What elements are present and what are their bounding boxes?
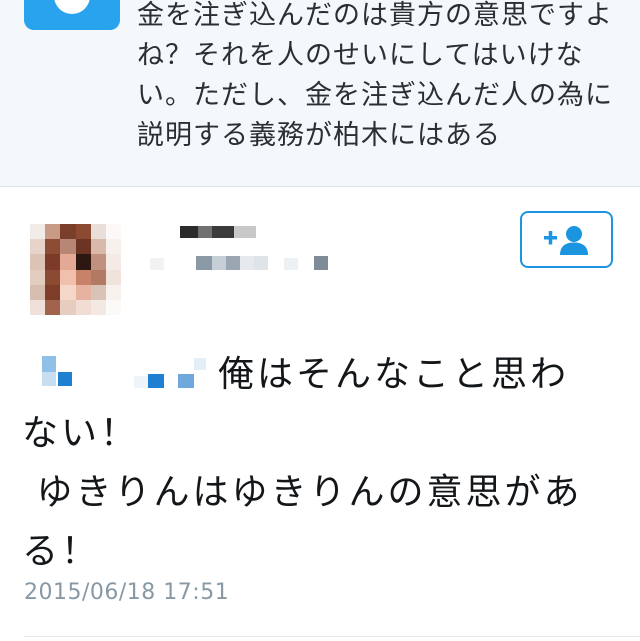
mention-redacted[interactable] (22, 352, 218, 392)
tweet-line-4: る！ (22, 531, 101, 572)
user-name-redacted[interactable] (150, 226, 350, 274)
tweet-line-2: ない！ (22, 413, 140, 454)
follow-button[interactable] (520, 211, 613, 268)
avatar[interactable] (30, 224, 121, 315)
tweet-line-1: 俺はそんなこと思わ (22, 345, 622, 404)
parent-tweet-line: い。ただし、金を注ぎ込んだ人の為に (137, 80, 613, 111)
parent-avatar-glyph (54, 0, 90, 14)
tweet-line-3: ゆきりんはゆきりんの意思があ (22, 472, 583, 513)
tweet-line-1-text: 俺はそんなこと思わ (218, 354, 570, 395)
add-user-icon (544, 226, 588, 255)
divider (24, 636, 640, 637)
tweet-text: 俺はそんなこと思わ ない！ ゆきりんはゆきりんの意思があ る！ (22, 345, 622, 581)
parent-tweet-line: ね？それを人のせいにしてはいけな (137, 40, 584, 71)
tweet-timestamp[interactable]: 2015/06/18 17:51 (24, 580, 229, 605)
parent-avatar[interactable] (24, 0, 120, 30)
parent-tweet[interactable]: 金を注ぎ込んだのは貴方の意思ですよ ね？それを人のせいにしてはいけな い。ただし、金… (0, 0, 640, 187)
parent-tweet-line: 金を注ぎ込んだのは貴方の意思ですよ (137, 0, 613, 31)
parent-tweet-line: 説明する義務が柏木にはある (137, 120, 501, 151)
parent-tweet-text: 金を注ぎ込んだのは貴方の意思ですよ ね？それを人のせいにしてはいけな い。ただし、金… (137, 0, 627, 156)
tweet-detail-screen: 金を注ぎ込んだのは貴方の意思ですよ ね？それを人のせいにしてはいけな い。ただし、金… (0, 0, 640, 641)
